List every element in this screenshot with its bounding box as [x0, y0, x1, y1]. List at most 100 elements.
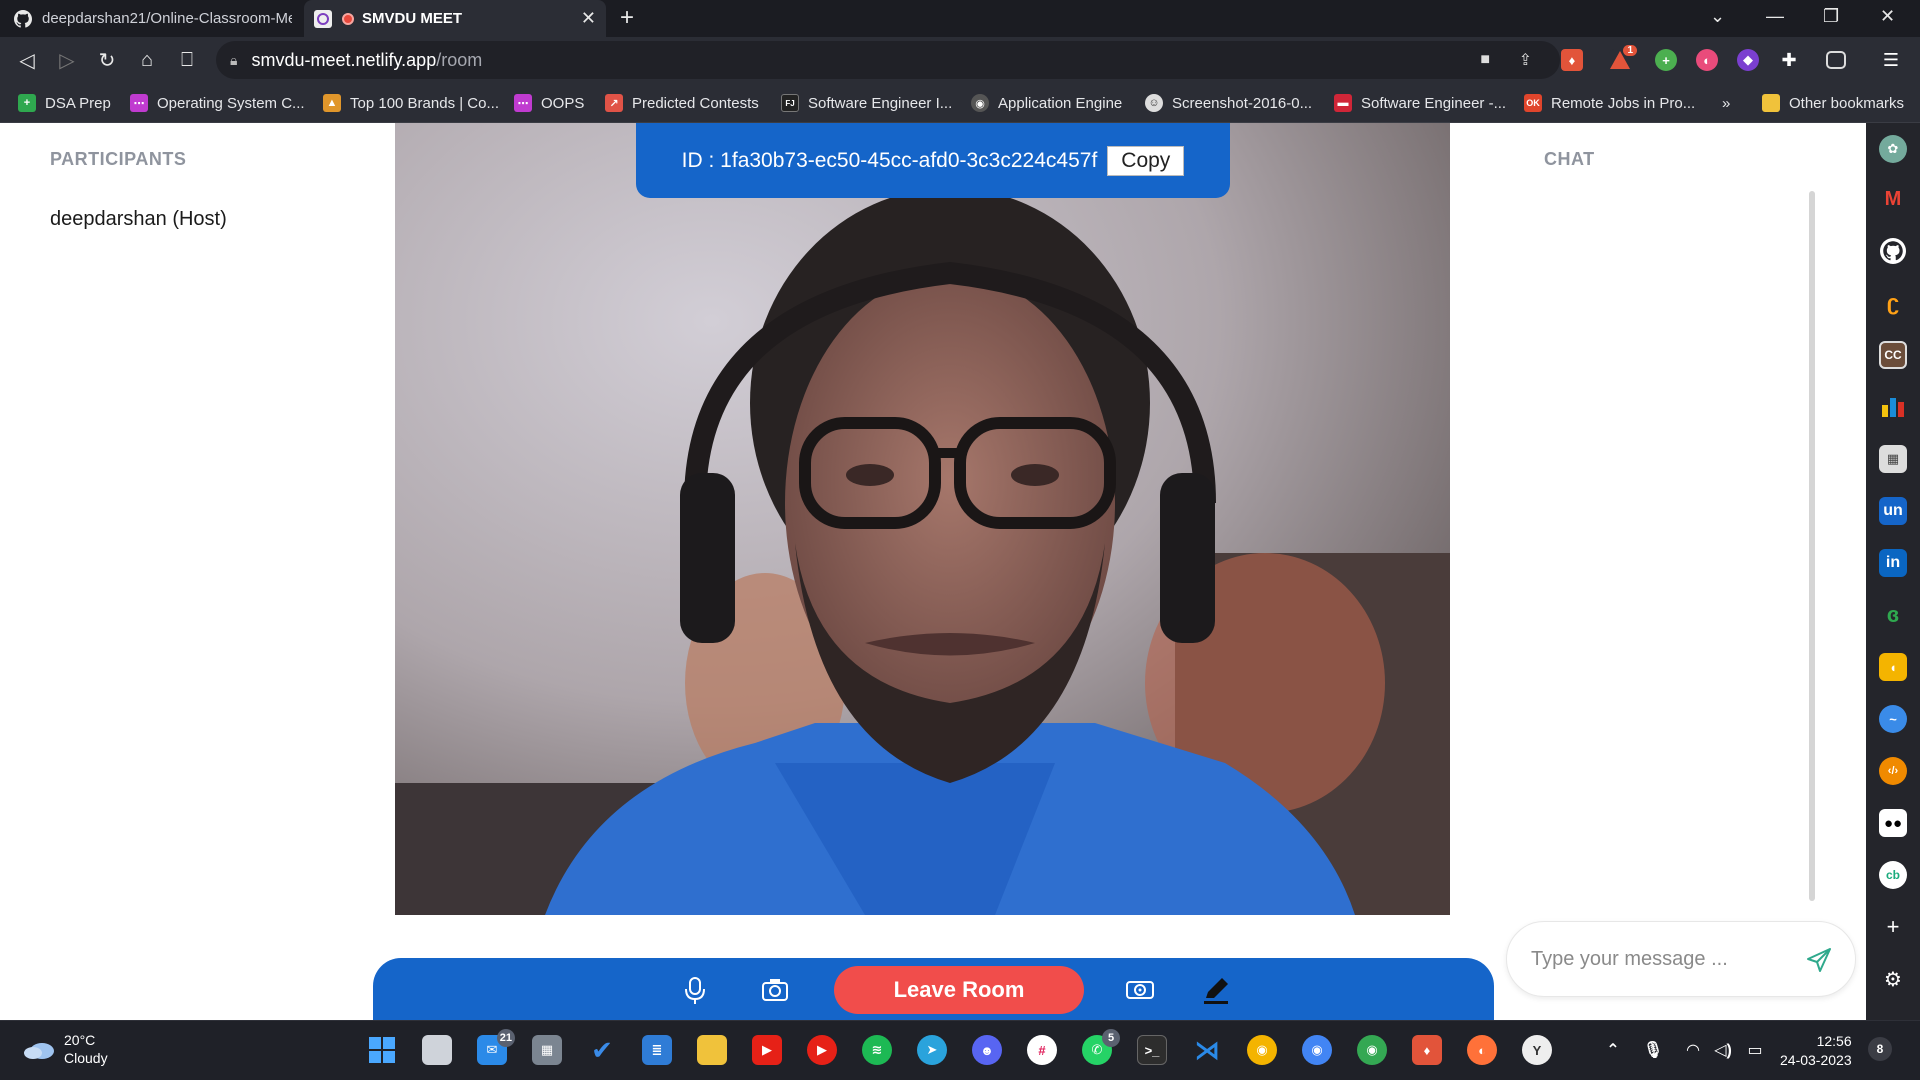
spreadsheet-icon[interactable]: ▦	[1879, 445, 1907, 473]
codeforces-icon[interactable]	[1879, 393, 1907, 421]
brave-icon[interactable]: ♦	[1412, 1035, 1442, 1065]
whiteboard-pen-icon[interactable]	[1200, 974, 1232, 1006]
chrome-canary-icon[interactable]: ◉	[1247, 1035, 1277, 1065]
chat-message-input[interactable]	[1531, 947, 1801, 971]
weather-widget[interactable]: 20°C Cloudy	[22, 1031, 108, 1067]
bookmark-item[interactable]: ⋯ Operating System C...	[130, 83, 305, 123]
reload-icon[interactable]: ↻	[94, 47, 120, 73]
keep-icon[interactable]: ◖	[1879, 653, 1907, 681]
add-panel-icon[interactable]: +	[1879, 913, 1907, 941]
restore-icon[interactable]: ❐	[1823, 6, 1839, 27]
camera-icon[interactable]	[759, 974, 791, 1006]
mail-badge: 21	[496, 1029, 515, 1047]
bookmark-item[interactable]: ⋯ OOPS	[514, 83, 584, 123]
system-clock[interactable]: 12:56 24-03-2023	[1780, 1032, 1852, 1070]
bookmark-item[interactable]: ↗ Predicted Contests	[605, 83, 759, 123]
medium-icon[interactable]: ●●	[1879, 809, 1907, 837]
bookmark-item[interactable]: ▬ Software Engineer -...	[1334, 83, 1506, 123]
youtube-icon[interactable]: ▶	[752, 1035, 782, 1065]
forward-icon[interactable]: ▷	[54, 47, 80, 73]
code-icon[interactable]: ‹/›	[1879, 757, 1907, 785]
extension-green-icon[interactable]: +	[1655, 49, 1677, 71]
terminal-icon[interactable]: >_	[1137, 1035, 1167, 1065]
url-host: smvdu-meet.netlify.app	[251, 49, 437, 70]
home-icon[interactable]: ⌂	[134, 47, 160, 73]
todo-icon[interactable]: ✔	[587, 1035, 617, 1065]
app-icon	[314, 9, 332, 28]
file-explorer-icon[interactable]	[697, 1035, 727, 1065]
messenger-icon[interactable]: ~	[1879, 705, 1907, 733]
bookmark-item[interactable]: OK Remote Jobs in Pro...	[1524, 83, 1695, 123]
codechef-icon[interactable]: CC	[1879, 341, 1907, 369]
wifi-icon[interactable]: ◠	[1678, 1035, 1708, 1065]
firefox-icon[interactable]: ◐	[1467, 1035, 1497, 1065]
address-bar[interactable]: 🔒︎ smvdu-meet.netlify.app/room ■ ⇪	[216, 41, 1560, 79]
youtube-music-icon[interactable]: ▶	[807, 1035, 837, 1065]
back-icon[interactable]: ◁	[14, 47, 40, 73]
bookmark-label: DSA Prep	[45, 94, 111, 112]
start-icon[interactable]	[367, 1035, 397, 1065]
chrome-dev-icon[interactable]: ◉	[1357, 1035, 1387, 1065]
green-leaf-icon[interactable]: ɞ	[1879, 601, 1907, 629]
minimize-icon[interactable]: —	[1766, 6, 1784, 27]
vscode-icon[interactable]: ⋊	[1192, 1035, 1222, 1065]
github-sidebar-icon[interactable]	[1879, 237, 1907, 265]
task-view-icon[interactable]	[422, 1035, 452, 1065]
mail-icon[interactable]: ✉ 21	[477, 1029, 515, 1065]
chatgpt-icon[interactable]: ✿	[1879, 135, 1907, 163]
microphone-icon[interactable]	[679, 974, 711, 1006]
camera-indicator-icon[interactable]: ■	[1480, 51, 1490, 69]
share-icon[interactable]: ⇪	[1519, 50, 1532, 70]
telegram-icon[interactable]: ➤	[917, 1035, 947, 1065]
brave-shield-icon[interactable]: ♦	[1561, 49, 1583, 71]
bookmarks-overflow-button[interactable]: »	[1722, 83, 1730, 123]
unstop-icon[interactable]: un	[1879, 497, 1907, 525]
bookmark-item[interactable]: ◉ Application Engine	[971, 83, 1122, 123]
screen-share-icon[interactable]	[1124, 974, 1156, 1006]
notification-badge[interactable]: 8	[1868, 1037, 1892, 1061]
tab-smvdu-meet[interactable]: SMVDU MEET ✕	[304, 0, 606, 37]
battery-icon[interactable]: ▭	[1740, 1035, 1770, 1065]
calculator-icon[interactable]: ▦	[532, 1035, 562, 1065]
folder-icon	[1762, 94, 1780, 112]
close-tab-icon[interactable]: ✕	[581, 8, 596, 29]
codebeautify-icon[interactable]: cb	[1879, 861, 1907, 889]
extension-purple-icon[interactable]: ◆	[1737, 49, 1759, 71]
leave-room-button[interactable]: Leave Room	[834, 966, 1084, 1014]
whatsapp-icon[interactable]: ✆ 5	[1082, 1029, 1120, 1065]
close-window-icon[interactable]: ✕	[1880, 6, 1895, 27]
other-bookmarks-folder[interactable]: Other bookmarks	[1762, 83, 1904, 123]
linkedin-icon[interactable]: in	[1879, 549, 1907, 577]
wallet-icon[interactable]	[1826, 51, 1846, 69]
send-icon[interactable]	[1805, 946, 1833, 974]
bookmark-item[interactable]: ▲ Top 100 Brands | Co...	[323, 83, 499, 123]
tab-search-icon[interactable]: ⌄	[1710, 6, 1725, 27]
bookmark-item[interactable]: FJ Software Engineer I...	[781, 83, 952, 123]
chrome-icon[interactable]: ◉	[1302, 1035, 1332, 1065]
chevron-up-icon[interactable]: ⌃	[1598, 1035, 1628, 1065]
settings-gear-icon[interactable]: ⚙	[1879, 965, 1907, 993]
bookmark-item[interactable]: ☺ Screenshot-2016-0...	[1145, 83, 1312, 123]
extension-colorful-icon[interactable]: ◐	[1696, 49, 1718, 71]
spotify-icon[interactable]: ≋	[862, 1035, 892, 1065]
new-tab-icon[interactable]: +	[620, 4, 634, 32]
gmail-icon[interactable]: M	[1879, 185, 1907, 213]
tab-title: SMVDU MEET	[362, 10, 463, 27]
slack-icon[interactable]: #	[1027, 1035, 1057, 1065]
weather-condition: Cloudy	[64, 1050, 108, 1066]
tab-github[interactable]: deepdarshan21/Online-Classroom-Me	[14, 0, 297, 37]
clock-app-icon[interactable]: Y	[1522, 1035, 1552, 1065]
leetcode-icon[interactable]: ʗ	[1879, 289, 1907, 317]
copy-button[interactable]: Copy	[1107, 145, 1185, 176]
extensions-puzzle-icon[interactable]: ✚	[1778, 49, 1800, 71]
bookmark-icon[interactable]: ⎕	[174, 47, 200, 73]
bookmark-item[interactable]: + DSA Prep	[18, 83, 111, 123]
brave-rewards-icon[interactable]: 1	[1609, 45, 1637, 71]
volume-icon[interactable]: ◁)	[1708, 1035, 1738, 1065]
discord-icon[interactable]: ☻	[972, 1035, 1002, 1065]
menu-icon[interactable]: ☰	[1880, 49, 1902, 71]
microphone-tray-icon[interactable]: 🎙︎	[1638, 1035, 1668, 1065]
chat-scrollbar[interactable]	[1809, 191, 1815, 901]
notepad-icon[interactable]: ≣	[642, 1035, 672, 1065]
bookmark-label: Operating System C...	[157, 94, 305, 112]
